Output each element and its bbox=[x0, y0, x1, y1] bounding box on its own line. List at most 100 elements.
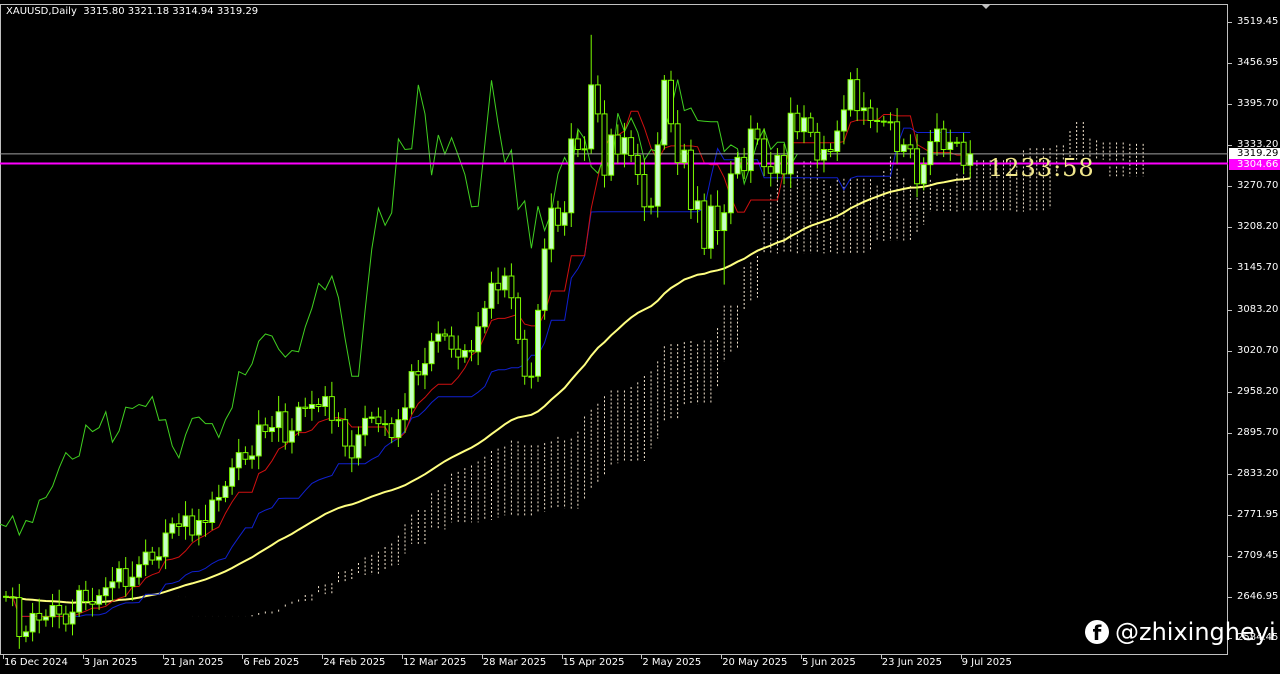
bull-candle bbox=[694, 200, 701, 210]
y-tick-label: 2709.45 bbox=[1237, 549, 1279, 561]
bull-candle bbox=[481, 307, 488, 328]
bear-candle bbox=[302, 406, 309, 409]
bear-candle bbox=[36, 612, 43, 621]
bull-candle bbox=[727, 173, 734, 214]
bear-candle bbox=[328, 396, 335, 421]
bull-candle bbox=[22, 631, 29, 638]
bear-candle bbox=[601, 113, 608, 176]
bull-candle bbox=[308, 404, 315, 409]
bear-candle bbox=[262, 424, 269, 433]
watermark: f @zhixingheyi bbox=[1085, 618, 1276, 646]
bull-candle bbox=[541, 248, 548, 311]
bull-candle bbox=[136, 564, 142, 578]
x-tick-label: 28 Mar 2025 bbox=[482, 657, 547, 668]
bear-candle bbox=[315, 404, 322, 408]
y-tick-label: 2646.95 bbox=[1237, 591, 1279, 602]
bull-candle bbox=[475, 326, 482, 353]
bull-candle bbox=[840, 109, 847, 132]
price-chart[interactable] bbox=[0, 0, 1228, 655]
x-tick-label: 23 Jun 2025 bbox=[881, 657, 942, 668]
x-tick-label: 16 Dec 2024 bbox=[4, 657, 68, 668]
bull-candle bbox=[295, 406, 302, 432]
bull-candle bbox=[368, 416, 375, 419]
bear-candle bbox=[687, 149, 694, 210]
bull-candle bbox=[721, 212, 728, 232]
y-tick-label: 2895.70 bbox=[1237, 427, 1279, 439]
y-tick bbox=[1228, 63, 1232, 65]
bull-candle bbox=[661, 79, 668, 146]
bear-candle bbox=[242, 452, 249, 460]
bear-candle bbox=[375, 416, 382, 425]
bull-candle bbox=[209, 499, 216, 523]
bull-candle bbox=[269, 427, 275, 433]
bear-candle bbox=[448, 335, 455, 350]
bull-candle bbox=[947, 141, 954, 150]
bear-candle bbox=[867, 107, 874, 121]
bear-candle bbox=[701, 200, 708, 249]
bear-candle bbox=[455, 348, 462, 358]
y-tick bbox=[1228, 144, 1232, 146]
bull-candle bbox=[215, 496, 222, 501]
y-tick-label: 3519.45 bbox=[1237, 16, 1279, 27]
y-tick-label: 3395.70 bbox=[1237, 97, 1279, 109]
bear-candle bbox=[781, 154, 788, 175]
bull-candle bbox=[774, 154, 781, 174]
bear-candle bbox=[628, 137, 635, 156]
y-tick-label: 3020.70 bbox=[1237, 344, 1279, 356]
y-tick bbox=[1228, 103, 1232, 105]
bull-candle bbox=[927, 141, 934, 166]
bear-candle bbox=[521, 338, 528, 377]
bull-candle bbox=[801, 117, 807, 133]
bear-candle bbox=[388, 423, 395, 438]
bull-candle bbox=[488, 282, 495, 309]
bear-candle bbox=[56, 605, 63, 615]
y-tick bbox=[1228, 433, 1232, 435]
y-tick-label: 2833.20 bbox=[1237, 468, 1279, 480]
x-tick-label: 12 Mar 2025 bbox=[403, 657, 467, 668]
shift-marker-icon[interactable] bbox=[981, 4, 991, 9]
bull-candle bbox=[182, 515, 189, 527]
bar-countdown: 1233:58 bbox=[988, 154, 1095, 182]
bear-candle bbox=[574, 138, 581, 150]
bull-candle bbox=[102, 587, 109, 597]
bear-candle bbox=[62, 613, 69, 625]
y-tick-label: 3270.70 bbox=[1237, 179, 1279, 191]
bear-candle bbox=[914, 148, 921, 185]
y-tick-label: 3208.20 bbox=[1237, 221, 1279, 233]
bear-candle bbox=[668, 79, 674, 125]
bull-candle bbox=[42, 616, 49, 621]
bull-candle bbox=[847, 79, 854, 111]
bull-candle bbox=[76, 589, 83, 613]
x-tick-label: 3 Jan 2025 bbox=[83, 657, 138, 668]
bear-candle bbox=[515, 297, 522, 340]
bull-candle bbox=[421, 363, 428, 376]
bear-candle bbox=[342, 419, 349, 447]
bear-candle bbox=[641, 174, 648, 208]
bear-candle bbox=[9, 596, 16, 599]
bull-candle bbox=[162, 532, 169, 558]
bear-candle bbox=[761, 138, 768, 168]
bull-candle bbox=[588, 84, 595, 150]
bull-candle bbox=[29, 612, 36, 633]
bear-candle bbox=[880, 120, 887, 123]
bull-candle bbox=[335, 419, 342, 422]
bear-candle bbox=[495, 282, 502, 291]
bull-candle bbox=[249, 455, 256, 460]
bear-candle bbox=[894, 121, 901, 152]
bull-candle bbox=[155, 556, 162, 561]
bear-candle bbox=[854, 79, 861, 112]
bear-candle bbox=[714, 205, 721, 232]
x-tick-label: 21 Jan 2025 bbox=[163, 657, 224, 668]
bull-candle bbox=[747, 128, 754, 172]
bear-candle bbox=[807, 117, 814, 133]
bear-candle bbox=[874, 119, 881, 122]
y-tick bbox=[1228, 474, 1232, 476]
bull-candle bbox=[501, 275, 508, 291]
x-tick-label: 2 May 2025 bbox=[642, 657, 702, 668]
bear-candle bbox=[415, 371, 422, 376]
y-tick bbox=[1228, 597, 1232, 598]
x-tick-label: 20 May 2025 bbox=[722, 657, 788, 668]
bull-candle bbox=[195, 520, 202, 536]
bull-candle bbox=[548, 207, 555, 250]
y-tick-label: 3145.70 bbox=[1237, 262, 1279, 274]
